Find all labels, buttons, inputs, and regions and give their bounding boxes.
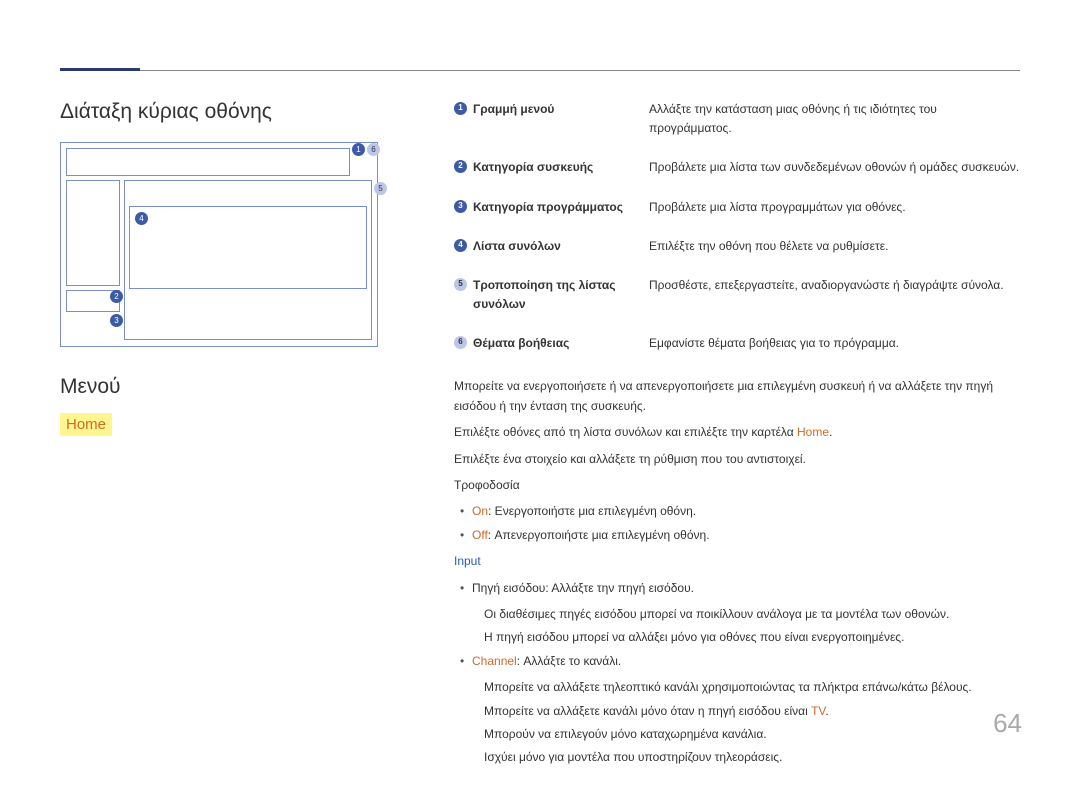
- page-number: 64: [993, 708, 1022, 739]
- legend-row: 1Γραμμή μενού Αλλάξτε την κατάσταση μιας…: [454, 100, 1020, 138]
- legend-bullet: 4: [454, 239, 467, 252]
- diagram-bullet-2: 2: [110, 290, 123, 303]
- legend-row: 2Κατηγορία συσκευής Προβάλετε μια λίστα …: [454, 158, 1020, 177]
- legend-bullet: 1: [454, 102, 467, 115]
- legend-row: 4Λίστα συνόλων Επιλέξτε την οθόνη που θέ…: [454, 237, 1020, 256]
- body-text: Μπορείτε να ενεργοποιήσετε ή να απενεργο…: [454, 376, 1020, 768]
- layout-diagram: 1 6 5 4 2 3: [60, 142, 390, 347]
- home-tab-label: Home: [60, 413, 112, 436]
- legend-bullet: 3: [454, 200, 467, 213]
- diagram-bullet-1: 1: [352, 143, 365, 156]
- legend-row: 6Θέματα βοήθειας Εμφανίστε θέματα βοήθει…: [454, 334, 1020, 353]
- diagram-bullet-6: 6: [367, 143, 380, 156]
- diagram-bullet-3: 3: [110, 314, 123, 327]
- legend-row: 5Τροποποίηση της λίστας συνόλων Προσθέστ…: [454, 276, 1020, 314]
- legend-bullet: 6: [454, 336, 467, 349]
- diagram-bullet-5: 5: [374, 182, 387, 195]
- page-divider: [60, 70, 1020, 71]
- legend-row: 3Κατηγορία προγράμματος Προβάλετε μια λί…: [454, 198, 1020, 217]
- legend-bullet: 2: [454, 160, 467, 173]
- section-title: Διάταξη κύριας οθόνης: [60, 100, 390, 124]
- input-label: Input: [454, 551, 1020, 571]
- legend-table: 1Γραμμή μενού Αλλάξτε την κατάσταση μιας…: [454, 100, 1020, 354]
- channel-keyword: Channel: [472, 654, 517, 668]
- menu-heading: Μενού: [60, 375, 390, 399]
- page-divider-accent: [60, 68, 140, 71]
- home-keyword: Home: [797, 425, 829, 439]
- diagram-bullet-4: 4: [135, 212, 148, 225]
- legend-bullet: 5: [454, 278, 467, 291]
